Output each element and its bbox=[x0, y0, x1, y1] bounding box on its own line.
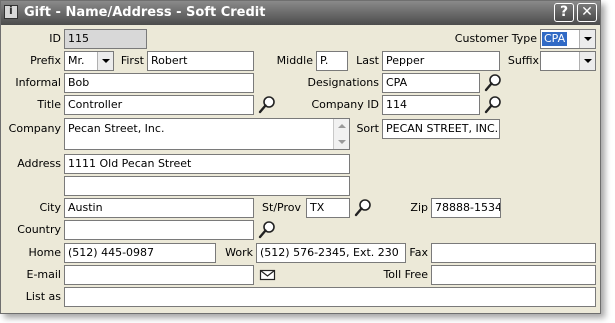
last-label: Last bbox=[356, 54, 379, 67]
close-button[interactable]: ✕ bbox=[577, 3, 597, 22]
scroll-down-icon[interactable] bbox=[338, 140, 346, 144]
middle-label: Middle bbox=[276, 54, 313, 67]
envelope-icon[interactable] bbox=[259, 265, 279, 285]
country-label: Country bbox=[17, 223, 61, 236]
list-as-field[interactable] bbox=[64, 287, 596, 307]
email-field[interactable] bbox=[64, 265, 254, 285]
informal-field[interactable]: Bob bbox=[64, 73, 254, 93]
title-bar: i Gift - Name/Address - Soft Credit ? ✕ bbox=[1, 1, 600, 25]
id-label: ID bbox=[49, 32, 61, 45]
st-prov-label: St/Prov bbox=[262, 201, 301, 214]
address-line1-field[interactable]: 1111 Old Pecan Street bbox=[64, 154, 350, 174]
customer-type-value: CPA bbox=[542, 32, 568, 46]
st-prov-field[interactable]: TX bbox=[306, 198, 350, 218]
id-field: 115 bbox=[64, 29, 147, 49]
home-label: Home bbox=[28, 246, 61, 259]
designations-label: Designations bbox=[307, 76, 379, 89]
sort-label: Sort bbox=[356, 122, 379, 135]
work-phone-field[interactable]: (512) 576-2345, Ext. 230 bbox=[256, 243, 406, 263]
designations-field[interactable]: CPA bbox=[382, 73, 480, 93]
magnifier-icon[interactable] bbox=[483, 95, 503, 115]
work-label: Work bbox=[225, 246, 253, 259]
gift-window: i Gift - Name/Address - Soft Credit ? ✕ … bbox=[0, 0, 601, 314]
address-line2-field[interactable] bbox=[64, 176, 350, 196]
chevron-down-icon[interactable] bbox=[97, 52, 113, 70]
customer-type-label: Customer Type bbox=[454, 32, 537, 45]
company-id-field[interactable]: 114 bbox=[382, 95, 480, 115]
company-label: Company bbox=[8, 122, 61, 135]
title-field[interactable]: Controller bbox=[64, 95, 254, 115]
magnifier-icon[interactable] bbox=[257, 220, 277, 240]
email-label: E-mail bbox=[26, 268, 62, 281]
address-label: Address bbox=[17, 157, 61, 170]
zip-field[interactable]: 78888-1534 bbox=[431, 198, 501, 218]
toll-free-label: Toll Free bbox=[383, 268, 428, 281]
app-icon: i bbox=[4, 4, 18, 19]
help-button[interactable]: ? bbox=[554, 3, 574, 22]
middle-name-field[interactable]: P. bbox=[316, 51, 348, 71]
fax-field[interactable] bbox=[431, 243, 596, 263]
window-title: Gift - Name/Address - Soft Credit bbox=[24, 5, 266, 20]
country-field[interactable] bbox=[64, 220, 254, 240]
company-textarea[interactable]: Pecan Street, Inc. bbox=[64, 118, 350, 150]
prefix-value: Mr. bbox=[68, 54, 85, 67]
customer-type-select[interactable]: CPA bbox=[540, 29, 596, 49]
company-value: Pecan Street, Inc. bbox=[68, 122, 165, 135]
last-name-field[interactable]: Pepper bbox=[382, 51, 500, 71]
company-scrollbar[interactable] bbox=[333, 119, 349, 149]
city-field[interactable]: Austin bbox=[64, 198, 254, 218]
first-name-field[interactable]: Robert bbox=[147, 51, 254, 71]
informal-label: Informal bbox=[15, 76, 61, 89]
magnifier-icon[interactable] bbox=[353, 198, 373, 218]
city-label: City bbox=[39, 201, 61, 214]
zip-label: Zip bbox=[410, 201, 428, 214]
title-label: Title bbox=[37, 98, 61, 111]
company-id-label: Company ID bbox=[311, 98, 379, 111]
home-phone-field[interactable]: (512) 445-0987 bbox=[64, 243, 216, 263]
prefix-label: Prefix bbox=[30, 54, 61, 67]
list-as-label: List as bbox=[25, 290, 61, 303]
toll-free-field[interactable] bbox=[431, 265, 596, 285]
suffix-label: Suffix bbox=[507, 54, 539, 67]
fax-label: Fax bbox=[409, 246, 428, 259]
sort-field[interactable]: PECAN STREET, INC. bbox=[382, 119, 500, 139]
suffix-select[interactable] bbox=[540, 51, 596, 71]
first-label: First bbox=[120, 54, 144, 67]
scroll-up-icon[interactable] bbox=[338, 124, 346, 128]
prefix-select[interactable]: Mr. bbox=[64, 51, 114, 71]
magnifier-icon[interactable] bbox=[257, 95, 277, 115]
magnifier-icon[interactable] bbox=[483, 73, 503, 93]
chevron-down-icon[interactable] bbox=[579, 30, 595, 48]
chevron-down-icon[interactable] bbox=[579, 52, 595, 70]
